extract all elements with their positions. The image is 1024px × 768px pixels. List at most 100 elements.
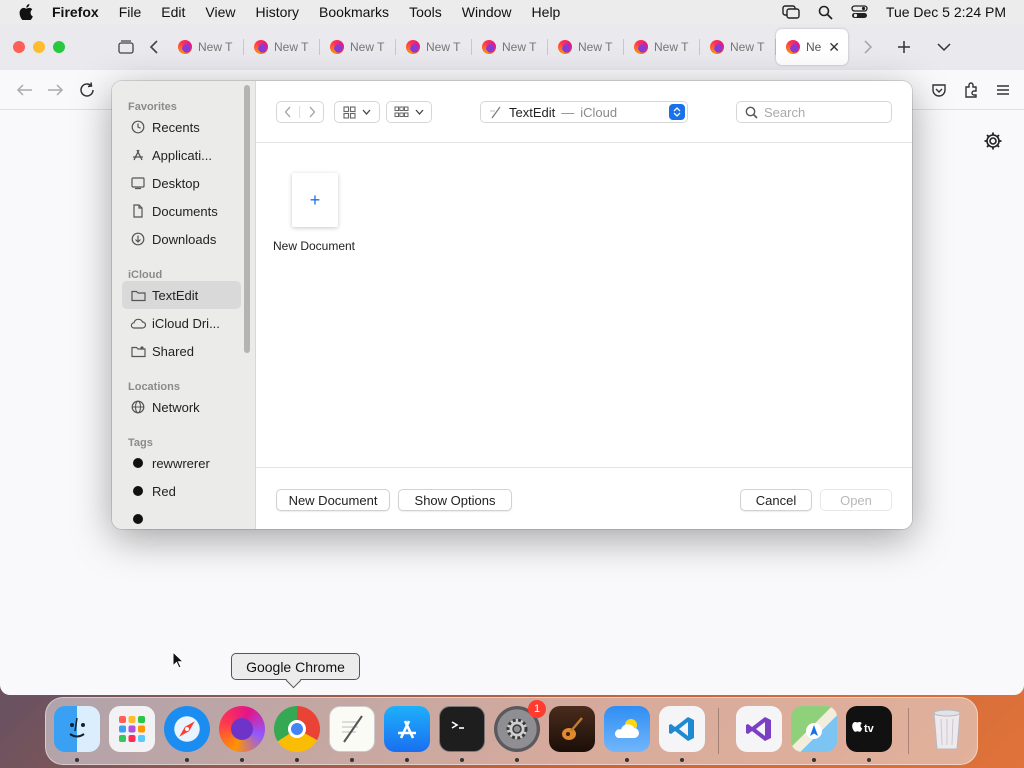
sidebar-item-documents[interactable]: Documents xyxy=(122,197,241,225)
sidebar-item-desktop[interactable]: Desktop xyxy=(122,169,241,197)
tab-label: New T xyxy=(274,40,309,54)
firefox-icon[interactable] xyxy=(219,706,265,752)
tab-new-tab-7[interactable]: New T xyxy=(624,29,700,65)
tab-new-tab-5[interactable]: New T xyxy=(472,29,548,65)
weather-icon[interactable] xyxy=(604,706,650,752)
globe-icon xyxy=(130,399,146,415)
garageband-icon[interactable] xyxy=(549,706,595,752)
menu-help[interactable]: Help xyxy=(522,4,571,20)
plus-icon xyxy=(898,41,910,53)
sidebar-item-tag-rewwrerer[interactable]: rewwrerer xyxy=(122,449,241,477)
maps-icon[interactable] xyxy=(791,706,837,752)
new-document-button[interactable]: New Document xyxy=(276,489,390,511)
hamburger-menu-icon[interactable] xyxy=(994,81,1012,99)
running-indicator xyxy=(405,758,409,762)
desktop-icon xyxy=(130,175,146,191)
menu-window[interactable]: Window xyxy=(452,4,522,20)
sidebar-item-label: Recents xyxy=(152,119,200,135)
sidebar-section-locations: Locations xyxy=(128,381,180,393)
finder-icon[interactable] xyxy=(54,706,100,752)
location-popup[interactable]: TextEdit — iCloud xyxy=(480,101,688,123)
tab-label: New T xyxy=(426,40,461,54)
cancel-button[interactable]: Cancel xyxy=(740,489,812,511)
extensions-icon[interactable] xyxy=(962,81,980,99)
page-settings-gear-icon[interactable] xyxy=(982,130,1004,152)
folder-icon xyxy=(130,287,146,303)
sidebar-item-label: Red xyxy=(152,483,176,499)
minimize-window-button[interactable] xyxy=(33,41,45,53)
search-input[interactable] xyxy=(764,104,884,120)
screen-mirroring-icon[interactable] xyxy=(782,5,800,19)
scroll-tabs-left-button[interactable] xyxy=(140,33,168,61)
apple-menu[interactable] xyxy=(0,4,52,20)
tab-new-tab-3[interactable]: New T xyxy=(320,29,396,65)
tab-overview-button[interactable] xyxy=(112,33,140,61)
menu-bookmarks[interactable]: Bookmarks xyxy=(309,4,399,20)
running-indicator xyxy=(185,758,189,762)
system-settings-icon[interactable]: 1 xyxy=(494,700,546,752)
zoom-window-button[interactable] xyxy=(53,41,65,53)
menu-file[interactable]: File xyxy=(109,4,152,20)
terminal-icon[interactable] xyxy=(439,706,485,752)
forward-button[interactable] xyxy=(300,106,323,118)
dock-separator xyxy=(718,708,719,754)
tab-new-tab-1[interactable]: New T xyxy=(168,29,244,65)
menu-history[interactable]: History xyxy=(245,4,309,20)
spotlight-search-icon[interactable] xyxy=(818,5,833,20)
sidebar-item-tag-partial[interactable] xyxy=(122,505,241,529)
menu-view[interactable]: View xyxy=(195,4,245,20)
launchpad-icon[interactable] xyxy=(109,706,155,752)
sidebar-item-shared[interactable]: Shared xyxy=(122,337,241,365)
new-document-tile[interactable]: + xyxy=(292,173,338,227)
sidebar-item-tag-red[interactable]: Red xyxy=(122,477,241,505)
group-by-button[interactable] xyxy=(386,101,432,123)
tab-new-tab-4[interactable]: New T xyxy=(396,29,472,65)
show-options-button[interactable]: Show Options xyxy=(398,489,512,511)
forward-arrow-icon[interactable] xyxy=(44,81,68,99)
apple-tv-icon[interactable]: tv xyxy=(846,706,892,752)
menu-edit[interactable]: Edit xyxy=(151,4,195,20)
tab-bar: New T New T New T New T New T New T New … xyxy=(0,24,1024,70)
app-store-icon[interactable] xyxy=(384,706,430,752)
running-indicator xyxy=(295,758,299,762)
list-all-tabs-button[interactable] xyxy=(930,33,958,61)
close-window-button[interactable] xyxy=(13,41,25,53)
chevron-right-icon xyxy=(308,106,315,118)
reload-icon[interactable] xyxy=(76,81,100,99)
vscode-icon[interactable] xyxy=(659,706,705,752)
menu-app-name[interactable]: Firefox xyxy=(52,4,109,20)
running-indicator xyxy=(460,758,464,762)
safari-icon[interactable] xyxy=(164,706,210,752)
open-button[interactable]: Open xyxy=(820,489,892,511)
open-file-dialog: Favorites Recents Applicati... Desktop D… xyxy=(112,81,912,529)
close-tab-icon[interactable]: ✕ xyxy=(828,39,840,56)
sidebar-item-applications[interactable]: Applicati... xyxy=(122,141,241,169)
scroll-tabs-right-button[interactable] xyxy=(854,33,882,61)
sidebar-item-textedit[interactable]: TextEdit xyxy=(122,281,241,309)
clock-icon xyxy=(130,119,146,135)
sidebar-item-downloads[interactable]: Downloads xyxy=(122,225,241,253)
textedit-icon[interactable] xyxy=(329,706,375,752)
tab-new-tab-2[interactable]: New T xyxy=(244,29,320,65)
dialog-sidebar: Favorites Recents Applicati... Desktop D… xyxy=(112,81,256,529)
sidebar-scrollbar[interactable] xyxy=(244,85,250,353)
chrome-icon[interactable] xyxy=(274,706,320,752)
sidebar-item-recents[interactable]: Recents xyxy=(122,113,241,141)
visual-studio-icon[interactable] xyxy=(736,706,782,752)
view-mode-button[interactable] xyxy=(334,101,380,123)
menu-clock[interactable]: Tue Dec 5 2:24 PM xyxy=(886,4,1006,20)
firefox-favicon-icon xyxy=(330,40,344,54)
tab-label: Ne xyxy=(806,40,822,54)
control-center-icon[interactable] xyxy=(851,5,868,19)
tab-active[interactable]: Ne ✕ xyxy=(776,29,848,65)
sidebar-item-network[interactable]: Network xyxy=(122,393,241,421)
sidebar-item-icloud-drive[interactable]: iCloud Dri... xyxy=(122,309,241,337)
back-button[interactable] xyxy=(277,106,301,118)
tab-new-tab-8[interactable]: New T xyxy=(700,29,776,65)
trash-icon[interactable] xyxy=(924,706,970,752)
new-tab-button[interactable] xyxy=(890,33,918,61)
tab-new-tab-6[interactable]: New T xyxy=(548,29,624,65)
pocket-icon[interactable] xyxy=(930,81,948,99)
menu-tools[interactable]: Tools xyxy=(399,4,452,20)
back-arrow-icon[interactable] xyxy=(12,81,36,99)
